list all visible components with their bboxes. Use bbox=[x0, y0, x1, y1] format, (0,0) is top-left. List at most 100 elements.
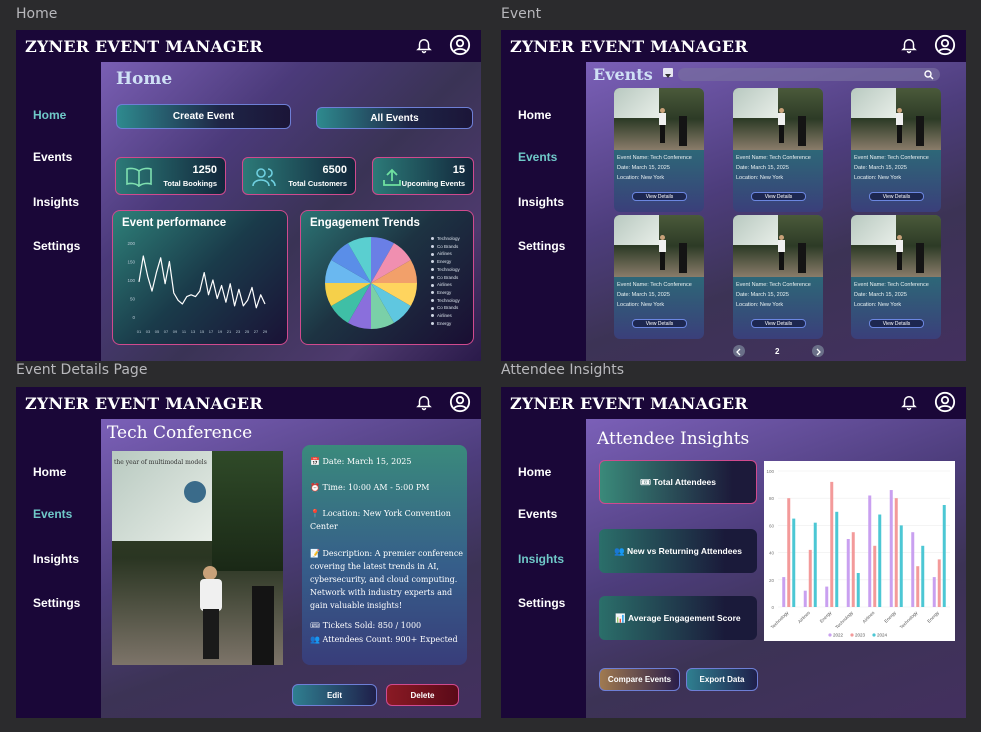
nav-home[interactable]: Home bbox=[33, 108, 66, 122]
bar bbox=[878, 514, 882, 607]
nav-insights[interactable]: Insights bbox=[518, 195, 564, 209]
nav-events[interactable]: Events bbox=[518, 150, 557, 164]
nav-events[interactable]: Events bbox=[518, 507, 557, 521]
engagement-score-card[interactable]: 📊 Average Engagement Score bbox=[599, 596, 757, 640]
legend-item: Co Brands bbox=[431, 243, 460, 251]
legend-dot bbox=[431, 298, 434, 302]
event-card[interactable]: Event Name: Tech Conference Date: March 1… bbox=[614, 88, 704, 212]
nav-events[interactable]: Events bbox=[33, 150, 72, 164]
bell-icon[interactable] bbox=[415, 393, 433, 411]
legend-label: Energy bbox=[437, 320, 452, 326]
user-profile-icon[interactable] bbox=[934, 34, 956, 56]
performance-line bbox=[138, 255, 266, 309]
legend-label: Airlines bbox=[437, 313, 452, 319]
legend-dot bbox=[431, 322, 434, 326]
event-date: 📅 Date: March 15, 2025 bbox=[310, 457, 412, 466]
nav-insights[interactable]: Insights bbox=[33, 552, 79, 566]
event-card-name: Event Name: Tech Conference bbox=[736, 155, 811, 161]
view-details-button[interactable]: View Details bbox=[632, 319, 687, 328]
event-card[interactable]: Event Name: Tech Conference Date: March 1… bbox=[851, 88, 941, 212]
edit-button[interactable]: Edit bbox=[292, 684, 377, 706]
nav-home[interactable]: Home bbox=[518, 465, 551, 479]
bar bbox=[813, 522, 817, 607]
compare-events-button[interactable]: Compare Events bbox=[599, 668, 680, 691]
user-profile-icon[interactable] bbox=[449, 391, 471, 413]
nav-settings[interactable]: Settings bbox=[33, 239, 80, 253]
slide-text: the year of multimodal models bbox=[114, 459, 207, 466]
view-details-button[interactable]: View Details bbox=[869, 319, 924, 328]
bell-icon[interactable] bbox=[900, 36, 918, 54]
background-plants bbox=[212, 451, 283, 571]
event-card-location: Location: New York bbox=[854, 302, 902, 308]
x-tick-label: Technology bbox=[770, 610, 790, 630]
bar bbox=[921, 545, 925, 607]
legend-dot bbox=[828, 633, 832, 637]
view-details-button[interactable]: View Details bbox=[751, 319, 806, 328]
x-tick-label: Technology bbox=[834, 610, 854, 630]
create-event-button[interactable]: Create Event bbox=[116, 104, 291, 129]
event-card[interactable]: Event Name: Tech Conference Date: March 1… bbox=[851, 215, 941, 339]
export-data-button[interactable]: Export Data bbox=[686, 668, 758, 691]
all-events-button[interactable]: All Events bbox=[316, 107, 473, 129]
event-card[interactable]: Event Name: Tech Conference Date: March 1… bbox=[733, 88, 823, 212]
top-bar: ZYNER EVENT MANAGER bbox=[501, 387, 966, 419]
prev-page-button[interactable] bbox=[733, 345, 745, 357]
x-tick-label: 13 bbox=[191, 329, 196, 334]
event-performance-title: Event performance bbox=[122, 217, 227, 229]
home-main: Home Create Event All Events 1250 Total … bbox=[101, 62, 481, 361]
legend-label: Energy bbox=[437, 289, 452, 295]
x-tick-label: Energy bbox=[926, 610, 940, 624]
bar bbox=[942, 505, 946, 607]
upload-icon bbox=[383, 168, 401, 186]
x-tick-label: Airlines bbox=[861, 610, 875, 624]
legend-label: Airlines bbox=[437, 282, 452, 288]
nav-insights[interactable]: Insights bbox=[33, 195, 79, 209]
bar bbox=[899, 525, 903, 607]
filter-icon[interactable] bbox=[663, 68, 673, 78]
projector-screen: the year of multimodal models bbox=[112, 451, 212, 541]
delete-button[interactable]: Delete bbox=[386, 684, 459, 706]
attendee-bar-chart-panel: 100 80 60 40 20 0 Technology Airlines Energy Tech… bbox=[764, 461, 955, 641]
view-details-button[interactable]: View Details bbox=[869, 192, 924, 201]
x-tick-label: Technology bbox=[899, 610, 919, 630]
view-details-button[interactable]: View Details bbox=[751, 192, 806, 201]
bar bbox=[894, 498, 898, 607]
new-vs-returning-card[interactable]: 👥 New vs Returning Attendees bbox=[599, 529, 757, 573]
view-details-button[interactable]: View Details bbox=[632, 192, 687, 201]
stat-value: 15 bbox=[452, 164, 465, 176]
bell-icon[interactable] bbox=[900, 393, 918, 411]
stat-value: 1250 bbox=[192, 164, 217, 176]
nav-insights[interactable]: Insights bbox=[518, 552, 564, 566]
nav-home[interactable]: Home bbox=[518, 108, 551, 122]
bar bbox=[803, 590, 807, 607]
user-profile-icon[interactable] bbox=[449, 34, 471, 56]
nav-settings[interactable]: Settings bbox=[33, 596, 80, 610]
next-page-button[interactable] bbox=[812, 345, 824, 357]
search-input[interactable] bbox=[678, 68, 940, 81]
legend-label: Technology bbox=[437, 236, 460, 241]
top-bar: ZYNER EVENT MANAGER bbox=[16, 387, 481, 419]
speaker-head bbox=[203, 566, 217, 580]
total-attendees-card[interactable]: 🎟 Total Attendees bbox=[599, 460, 757, 504]
event-card-image bbox=[733, 88, 823, 150]
y-tick-label: 20 bbox=[769, 578, 775, 583]
nav-settings[interactable]: Settings bbox=[518, 239, 565, 253]
bar bbox=[932, 577, 936, 607]
nav-home[interactable]: Home bbox=[33, 465, 66, 479]
event-time: ⏰ Time: 10:00 AM - 5:00 PM bbox=[310, 483, 430, 492]
events-main: Events Event Name: Tech Conference Date: … bbox=[586, 62, 966, 361]
brand-title: ZYNER EVENT MANAGER bbox=[510, 36, 748, 56]
nav-events[interactable]: Events bbox=[33, 507, 72, 521]
nav-settings[interactable]: Settings bbox=[518, 596, 565, 610]
engagement-legend: Technology Co Brands Airlines Energy Technol… bbox=[431, 235, 460, 327]
bell-icon[interactable] bbox=[415, 36, 433, 54]
user-profile-icon[interactable] bbox=[934, 391, 956, 413]
event-card[interactable]: Event Name: Tech Conference Date: March 1… bbox=[614, 215, 704, 339]
legend-item: Energy bbox=[431, 258, 460, 266]
event-card-location: Location: New York bbox=[854, 175, 902, 181]
legend-label: Technology bbox=[437, 266, 460, 272]
details-main: Tech Conference the year of multimodal m… bbox=[101, 419, 481, 718]
legend-label: Co Brands bbox=[437, 305, 459, 311]
legend-dot bbox=[850, 633, 854, 637]
event-card[interactable]: Event Name: Tech Conference Date: March 1… bbox=[733, 215, 823, 339]
